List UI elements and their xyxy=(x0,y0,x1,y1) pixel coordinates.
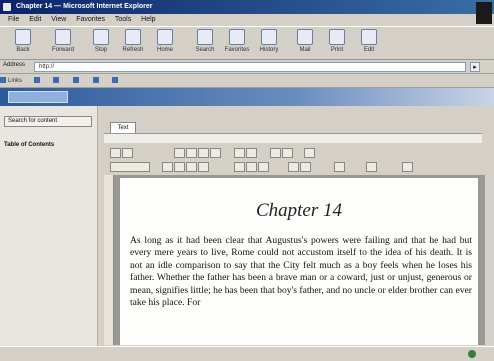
document-title-bar xyxy=(104,133,482,143)
window-title: Chapter 14 — Microsoft Internet Explorer xyxy=(16,3,153,10)
security-zone-icon xyxy=(468,350,476,358)
outdent-icon[interactable] xyxy=(366,162,377,172)
style-dropdown[interactable] xyxy=(110,162,150,172)
link-item[interactable] xyxy=(73,75,81,87)
links-label: Links xyxy=(0,75,22,87)
new-icon[interactable] xyxy=(110,148,121,158)
edit-button[interactable]: Edit xyxy=(354,29,384,53)
menu-help[interactable]: Help xyxy=(141,16,155,23)
align-right-icon[interactable] xyxy=(258,162,269,172)
editor-toolbar-format xyxy=(104,160,484,173)
underline-icon[interactable] xyxy=(186,162,197,172)
refresh-button[interactable]: Refresh xyxy=(118,29,148,53)
undo-icon[interactable] xyxy=(234,148,245,158)
vertical-scrollbar[interactable] xyxy=(484,175,492,345)
tab-text[interactable]: Text xyxy=(110,122,136,133)
home-button[interactable]: Home xyxy=(150,29,180,53)
forward-button[interactable]: Forward xyxy=(48,29,78,53)
search-icon xyxy=(197,29,213,45)
menu-favorites[interactable]: Favorites xyxy=(76,16,105,23)
address-input[interactable]: http:// xyxy=(34,62,466,72)
print-icon[interactable] xyxy=(174,148,185,158)
menu-bar: File Edit View Favorites Tools Help xyxy=(0,14,494,26)
stop-button[interactable]: Stop xyxy=(86,29,116,53)
redo-icon[interactable] xyxy=(246,148,257,158)
address-bar: Address http:// ▸ xyxy=(0,60,494,74)
chapter-body-text: As long as it had been clear that August… xyxy=(130,235,472,309)
toc-heading[interactable]: Table of Contents xyxy=(4,142,54,148)
window-title-bar: Chapter 14 — Microsoft Internet Explorer xyxy=(0,0,494,14)
font-color-icon[interactable] xyxy=(402,162,413,172)
history-icon xyxy=(261,29,277,45)
star-icon[interactable] xyxy=(304,148,315,158)
strike-icon[interactable] xyxy=(198,162,209,172)
link-item[interactable] xyxy=(34,75,42,87)
back-arrow-icon xyxy=(15,29,31,45)
numbering-icon[interactable] xyxy=(300,162,311,172)
history-button[interactable]: History xyxy=(254,29,284,53)
print-icon xyxy=(329,29,345,45)
link-item[interactable] xyxy=(53,75,61,87)
print-button[interactable]: Print xyxy=(322,29,352,53)
table-icon[interactable] xyxy=(270,148,281,158)
indent-icon[interactable] xyxy=(334,162,345,172)
menu-view[interactable]: View xyxy=(51,16,66,23)
copy-icon[interactable] xyxy=(198,148,209,158)
links-bar: Links xyxy=(0,75,494,88)
align-left-icon[interactable] xyxy=(234,162,245,172)
favorites-icon xyxy=(229,29,245,45)
chapter-title: Chapter 14 xyxy=(255,200,343,221)
bullets-icon[interactable] xyxy=(288,162,299,172)
status-bar xyxy=(0,346,494,361)
edit-icon xyxy=(361,29,377,45)
browser-toolbar: Back Forward Stop Refresh Home Search Fa… xyxy=(0,26,494,60)
forward-arrow-icon xyxy=(55,29,71,45)
address-label: Address xyxy=(3,62,26,68)
italic-icon[interactable] xyxy=(174,162,185,172)
link-item[interactable] xyxy=(93,75,101,87)
refresh-icon xyxy=(125,29,141,45)
sidebar: Search for content Table of Contents xyxy=(0,106,98,348)
vertical-ruler xyxy=(104,175,114,345)
editor-toolbar-top xyxy=(104,146,484,159)
stop-icon xyxy=(93,29,109,45)
mail-button[interactable]: Mail xyxy=(290,29,320,53)
favorites-button[interactable]: Favorites xyxy=(222,29,252,53)
cut-icon[interactable] xyxy=(186,148,197,158)
back-button[interactable]: Back xyxy=(8,29,38,53)
search-content-button[interactable]: Search for content xyxy=(4,116,92,127)
document-page[interactable]: Chapter 14 As long as it had been clear … xyxy=(120,178,478,345)
open-icon[interactable] xyxy=(122,148,133,158)
home-icon xyxy=(157,29,173,45)
address-go-button[interactable]: ▸ xyxy=(470,62,480,72)
menu-file[interactable]: File xyxy=(8,16,19,23)
search-button[interactable]: Search xyxy=(190,29,220,53)
site-logo[interactable] xyxy=(8,91,68,103)
browser-icon xyxy=(3,3,11,11)
link-item[interactable] xyxy=(112,75,120,87)
paste-icon[interactable] xyxy=(210,148,221,158)
columns-icon[interactable] xyxy=(282,148,293,158)
menu-edit[interactable]: Edit xyxy=(29,16,41,23)
menu-tools[interactable]: Tools xyxy=(115,16,131,23)
site-header xyxy=(0,88,494,106)
mail-icon xyxy=(297,29,313,45)
align-center-icon[interactable] xyxy=(246,162,257,172)
bold-icon[interactable] xyxy=(162,162,173,172)
